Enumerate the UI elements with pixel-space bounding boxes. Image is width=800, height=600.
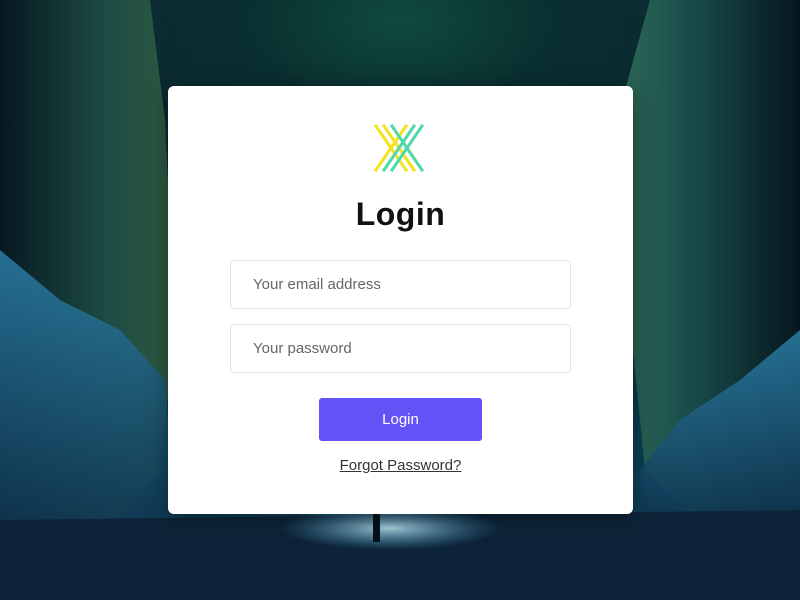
- email-field[interactable]: [230, 260, 571, 309]
- login-button[interactable]: Login: [319, 398, 482, 441]
- crossed-x-logo-icon: [374, 124, 424, 173]
- login-card: Login Login Forgot Password?: [168, 86, 633, 514]
- forgot-password-link[interactable]: Forgot Password?: [340, 457, 462, 474]
- login-title: Login: [355, 196, 446, 232]
- forgot-password-container: Forgot Password?: [168, 457, 633, 474]
- password-field[interactable]: [230, 324, 571, 373]
